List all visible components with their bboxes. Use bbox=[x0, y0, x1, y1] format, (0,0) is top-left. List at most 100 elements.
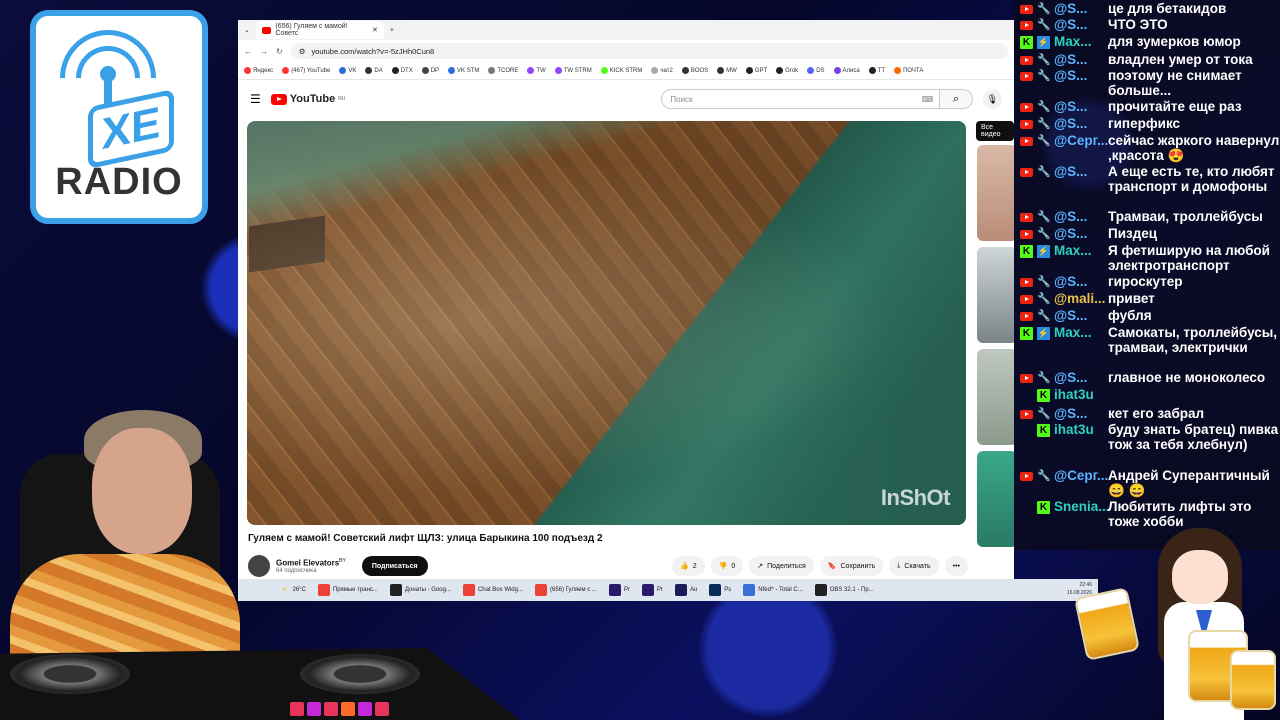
chat-text: гиперфикс bbox=[1108, 116, 1181, 131]
taskbar-app[interactable]: Донаты - Goog... bbox=[386, 581, 455, 599]
keyboard-icon[interactable]: ⌨ bbox=[922, 95, 934, 104]
taskbar-app[interactable]: Nfed^ - Total C... bbox=[739, 581, 806, 599]
chat-username[interactable]: @Серг... bbox=[1054, 468, 1108, 484]
bookmark-favicon-icon bbox=[421, 67, 429, 74]
share-icon: ↗ bbox=[757, 563, 764, 570]
chat-username[interactable]: @S... bbox=[1054, 164, 1087, 180]
chat-username[interactable]: @S... bbox=[1054, 406, 1087, 422]
bookmark-item[interactable]: чат2 bbox=[651, 67, 673, 74]
bookmark-label: TCORE bbox=[497, 67, 519, 74]
bookmark-item[interactable]: GPT bbox=[745, 67, 767, 74]
taskbar-app[interactable]: Pr bbox=[605, 581, 634, 599]
share-button[interactable]: ↗ Поделиться bbox=[749, 556, 814, 576]
chat-username[interactable]: ihat3u bbox=[1054, 387, 1094, 403]
taskbar-app[interactable]: Прямые транс... bbox=[314, 581, 382, 599]
back-icon[interactable]: ← bbox=[244, 47, 252, 56]
chat-text: кет его забрал bbox=[1108, 406, 1205, 421]
bookmark-item[interactable]: MW bbox=[717, 67, 737, 74]
chat-text: сейчас жаркого навернул ,красота 😍 bbox=[1108, 133, 1280, 163]
chat-username[interactable]: @S... bbox=[1054, 370, 1087, 386]
bookmark-item[interactable]: KICK STRM bbox=[600, 67, 642, 74]
chat-username[interactable]: @mali... bbox=[1054, 291, 1105, 307]
url-field[interactable]: ⚙ youtube.com/watch?v=-5zJHh0Cun8 bbox=[290, 43, 1008, 59]
reload-icon[interactable]: ↻ bbox=[276, 47, 283, 56]
dislike-button[interactable]: 👎 0 bbox=[710, 556, 744, 576]
taskbar-app[interactable]: Chat Box Widg... bbox=[459, 581, 527, 599]
like-button[interactable]: 👍 2 bbox=[671, 556, 705, 576]
more-button[interactable]: ••• bbox=[944, 556, 968, 576]
bookmark-item[interactable]: DP bbox=[421, 67, 439, 74]
chat-username[interactable]: @S... bbox=[1054, 52, 1087, 68]
chat-text: фубля bbox=[1108, 308, 1152, 323]
bookmark-item[interactable]: TW bbox=[527, 67, 546, 74]
new-tab-button[interactable]: + bbox=[390, 27, 394, 34]
tab-list-chevron-icon[interactable]: ⌄ bbox=[244, 26, 250, 34]
chat-username[interactable]: Max... bbox=[1054, 243, 1092, 259]
search-input[interactable]: Поиск ⌨ bbox=[661, 89, 941, 109]
bookmark-item[interactable]: Алиса bbox=[833, 67, 860, 74]
chat-username[interactable]: @Серг... bbox=[1054, 133, 1108, 149]
youtube-icon bbox=[1020, 373, 1033, 383]
tab-youtube[interactable]: (656) Гуляем с мамой! Советс ✕ bbox=[255, 21, 384, 39]
channel-avatar[interactable] bbox=[248, 555, 270, 577]
site-info-icon[interactable]: ⚙ bbox=[299, 47, 306, 56]
bookmark-item[interactable]: TCORE bbox=[488, 67, 518, 74]
video-player[interactable]: InShOt bbox=[247, 121, 966, 525]
bookmark-item[interactable]: (467) YouTube bbox=[282, 67, 330, 74]
menu-icon[interactable]: ☰ bbox=[250, 92, 261, 106]
taskbar-app[interactable]: Pr bbox=[638, 581, 667, 599]
related-video-thumbnail[interactable] bbox=[977, 349, 1014, 445]
chat-username[interactable]: @S... bbox=[1054, 1, 1087, 17]
chat-username[interactable]: @S... bbox=[1054, 17, 1087, 33]
search-placeholder: Поиск bbox=[670, 94, 693, 104]
bookmark-item[interactable]: BOOS bbox=[681, 67, 708, 74]
bookmark-item[interactable]: ПОЧТА bbox=[894, 67, 923, 74]
logo-radio-text: RADIO bbox=[55, 161, 183, 203]
taskbar-app[interactable]: OBS 32.1 - Пр... bbox=[811, 581, 878, 599]
mic-icon: 🎙 bbox=[986, 93, 999, 104]
chat-username[interactable]: Snenia... bbox=[1054, 499, 1110, 515]
chat-username[interactable]: Max... bbox=[1054, 34, 1092, 50]
sidebar-filter-chip[interactable]: Все видео bbox=[976, 121, 1014, 141]
chat-username[interactable]: @S... bbox=[1054, 308, 1087, 324]
weather-widget[interactable]: ⛅ 26°C bbox=[278, 581, 310, 599]
chat-text: главное не моноколесо bbox=[1108, 370, 1266, 385]
taskbar-app[interactable]: (656) Гуляем с ... bbox=[531, 581, 601, 599]
bookmark-favicon-icon bbox=[807, 67, 815, 74]
bookmark-item[interactable]: DS bbox=[807, 67, 825, 74]
bookmark-item[interactable]: Grok bbox=[776, 67, 798, 74]
taskbar-app[interactable]: Au bbox=[671, 581, 701, 599]
chat-username[interactable]: Max... bbox=[1054, 325, 1092, 341]
chat-username[interactable]: @S... bbox=[1054, 274, 1087, 290]
chat-username[interactable]: @S... bbox=[1054, 99, 1087, 115]
related-video-thumbnail[interactable] bbox=[977, 247, 1014, 343]
taskbar-app[interactable]: Ps bbox=[705, 581, 735, 599]
search-button[interactable]: ⌕ bbox=[940, 89, 973, 109]
bookmark-favicon-icon bbox=[282, 67, 290, 74]
chat-username[interactable]: @S... bbox=[1054, 226, 1087, 242]
kick-icon: K bbox=[1037, 423, 1050, 437]
wrench-icon: 🔧 bbox=[1037, 134, 1051, 147]
save-button[interactable]: 🔖 Сохранить bbox=[819, 556, 884, 576]
related-video-thumbnail[interactable] bbox=[977, 451, 1014, 547]
bookmark-item[interactable]: DA bbox=[365, 67, 383, 74]
chat-username[interactable]: @S... bbox=[1054, 209, 1087, 225]
bookmark-item[interactable]: VK bbox=[339, 67, 356, 74]
forward-icon[interactable]: → bbox=[260, 47, 268, 56]
bookmark-item[interactable]: TT bbox=[868, 67, 885, 74]
bookmark-item[interactable]: Яндекс bbox=[244, 67, 273, 74]
mic-button[interactable]: 🎙 bbox=[982, 89, 1002, 109]
channel-name-row[interactable]: Gomel ElevatorsBY bbox=[276, 558, 346, 568]
subscribe-button[interactable]: Подписаться bbox=[361, 556, 428, 576]
youtube-logo[interactable]: YouTube RU bbox=[270, 93, 345, 105]
bookmark-item[interactable]: TW STRM bbox=[554, 67, 592, 74]
chat-username[interactable]: @S... bbox=[1054, 68, 1087, 84]
related-video-thumbnail[interactable] bbox=[977, 145, 1014, 241]
bookmark-item[interactable]: DTX bbox=[391, 67, 413, 74]
bookmark-favicon-icon bbox=[244, 67, 251, 74]
bookmark-item[interactable]: VK STM bbox=[448, 67, 479, 74]
chat-username[interactable]: @S... bbox=[1054, 116, 1087, 132]
download-button[interactable]: ⤓ Скачать bbox=[889, 556, 939, 576]
tab-close-icon[interactable]: ✕ bbox=[372, 26, 378, 34]
chat-username[interactable]: ihat3u bbox=[1054, 422, 1094, 438]
